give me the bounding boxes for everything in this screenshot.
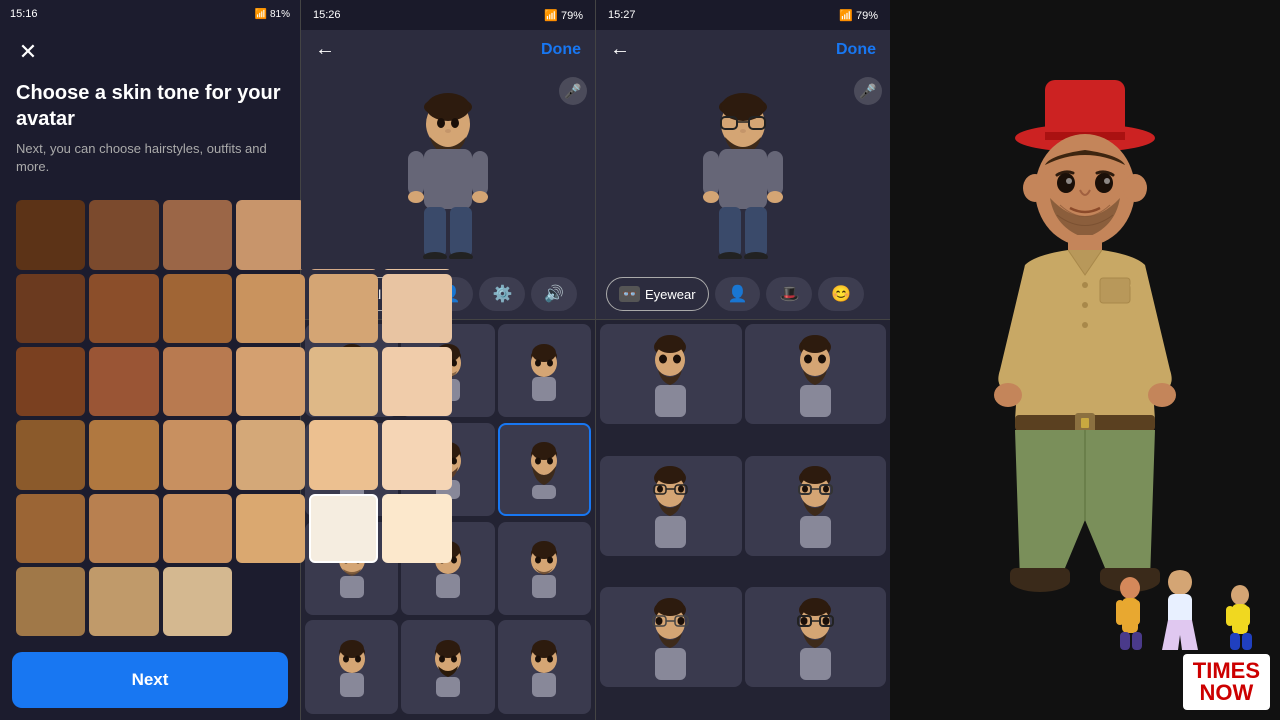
big-avatar-svg bbox=[945, 80, 1225, 640]
now-text: NOW bbox=[1200, 682, 1254, 704]
skin-tone-subtitle: Next, you can choose hairstyles, outfits… bbox=[0, 140, 300, 192]
color-swatch-9[interactable] bbox=[163, 274, 232, 343]
eyewear-panel: 15:27 📶 79% ← Done bbox=[595, 0, 890, 720]
color-swatch-16[interactable] bbox=[236, 347, 305, 416]
status-icons-3: 📶 79% bbox=[839, 9, 878, 22]
avatar-svg-2 bbox=[398, 79, 498, 259]
status-bar-1: 15:16 📶 81% bbox=[0, 0, 300, 28]
color-swatch-30[interactable] bbox=[382, 494, 451, 563]
avatar-preview-3: 🎤 bbox=[596, 69, 890, 269]
color-swatch-14[interactable] bbox=[89, 347, 158, 416]
eyewear-option-glasses-1[interactable] bbox=[600, 456, 742, 556]
panel3-header: ← Done bbox=[596, 30, 890, 69]
done-button-3[interactable]: Done bbox=[836, 41, 876, 59]
eyewear-option-glasses-3[interactable] bbox=[600, 587, 742, 687]
color-swatch-4[interactable] bbox=[236, 200, 305, 269]
color-swatch-12[interactable] bbox=[382, 274, 451, 343]
color-swatch-25[interactable] bbox=[16, 494, 85, 563]
times-text: TIMES bbox=[1193, 660, 1260, 682]
color-swatch-22[interactable] bbox=[236, 420, 305, 489]
emoji-icon: 😊 bbox=[831, 284, 851, 304]
color-swatch-27[interactable] bbox=[163, 494, 232, 563]
hat-icon: 🎩 bbox=[779, 284, 799, 304]
hair-option-3[interactable] bbox=[498, 324, 591, 417]
color-swatch-17[interactable] bbox=[309, 347, 378, 416]
eyewear-option-none-1[interactable] bbox=[600, 324, 742, 424]
color-swatch-18[interactable] bbox=[382, 347, 451, 416]
done-button-2[interactable]: Done bbox=[541, 41, 581, 59]
color-swatch-11[interactable] bbox=[309, 274, 378, 343]
close-button[interactable]: ✕ bbox=[12, 36, 44, 68]
times-now-badge: TIMES NOW bbox=[1183, 654, 1270, 710]
tab-person-3[interactable]: 👤 bbox=[715, 277, 761, 311]
tab-hat[interactable]: 🎩 bbox=[766, 277, 812, 311]
hair-option-11[interactable] bbox=[401, 620, 494, 713]
color-swatch-33[interactable] bbox=[163, 567, 232, 636]
eyewear-tab-icon: 👓 bbox=[619, 286, 640, 302]
avatar-svg-3 bbox=[693, 79, 793, 259]
panel2-header: ← Done bbox=[301, 30, 595, 69]
color-swatch-32[interactable] bbox=[89, 567, 158, 636]
color-swatch-23[interactable] bbox=[309, 420, 378, 489]
time-1: 15:16 bbox=[10, 8, 38, 20]
status-icons-2: 📶 79% bbox=[544, 9, 583, 22]
mini-avatars-group bbox=[1110, 570, 1260, 650]
skin-tone-panel: 15:16 📶 81% ✕ Choose a skin tone for you… bbox=[0, 0, 300, 720]
eyewear-option-glasses-4[interactable] bbox=[745, 587, 887, 687]
eyewear-option-glasses-2[interactable] bbox=[745, 456, 887, 556]
color-swatch-7[interactable] bbox=[16, 274, 85, 343]
eyewear-option-none-2[interactable] bbox=[745, 324, 887, 424]
avatar-3d-panel: TIMES NOW bbox=[890, 0, 1280, 720]
hair-option-12[interactable] bbox=[498, 620, 591, 713]
mini-avatars-svg bbox=[1110, 570, 1260, 650]
big-avatar bbox=[945, 80, 1225, 640]
color-swatch-24[interactable] bbox=[382, 420, 451, 489]
color-swatch-10[interactable] bbox=[236, 274, 305, 343]
color-swatch-13[interactable] bbox=[16, 347, 85, 416]
color-swatch-15[interactable] bbox=[163, 347, 232, 416]
color-swatch-26[interactable] bbox=[89, 494, 158, 563]
color-swatch-20[interactable] bbox=[89, 420, 158, 489]
color-swatch-31[interactable] bbox=[16, 567, 85, 636]
color-swatch-3[interactable] bbox=[163, 200, 232, 269]
tab-settings-2[interactable]: ⚙️ bbox=[479, 277, 525, 311]
tab-emoji[interactable]: 😊 bbox=[818, 277, 864, 311]
time-2: 15:26 bbox=[313, 9, 341, 21]
back-button-2[interactable]: ← bbox=[315, 38, 335, 61]
settings-icon-2: ⚙️ bbox=[492, 284, 512, 304]
eyewear-tab-label: Eyewear bbox=[645, 287, 696, 302]
status-bar-2: 15:26 📶 79% bbox=[301, 0, 595, 30]
hair-option-9[interactable] bbox=[498, 522, 591, 615]
color-swatch-19[interactable] bbox=[16, 420, 85, 489]
mic-button-3[interactable]: 🎤 bbox=[854, 77, 882, 105]
color-swatch-28[interactable] bbox=[236, 494, 305, 563]
status-bar-3: 15:27 📶 79% bbox=[596, 0, 890, 30]
color-swatch-29[interactable] bbox=[309, 494, 378, 563]
tab-eyewear[interactable]: 👓 Eyewear bbox=[606, 277, 709, 311]
status-icons-1: 📶 81% bbox=[255, 9, 290, 20]
audio-icon-2: 🔊 bbox=[544, 284, 564, 304]
back-button-3[interactable]: ← bbox=[610, 38, 630, 61]
eyewear-grid bbox=[596, 320, 890, 720]
color-swatch-1[interactable] bbox=[16, 200, 85, 269]
hair-option-10[interactable] bbox=[305, 620, 398, 713]
next-button[interactable]: Next bbox=[12, 652, 288, 708]
mic-button-2[interactable]: 🎤 bbox=[559, 77, 587, 105]
time-3: 15:27 bbox=[608, 9, 636, 21]
color-swatch-8[interactable] bbox=[89, 274, 158, 343]
color-swatch-21[interactable] bbox=[163, 420, 232, 489]
close-icon: ✕ bbox=[19, 39, 37, 65]
skin-color-grid bbox=[0, 192, 300, 644]
person-icon-3: 👤 bbox=[728, 284, 748, 304]
skin-tone-title: Choose a skin tone for your avatar bbox=[0, 76, 300, 140]
avatar-preview-2: 🎤 bbox=[301, 69, 595, 269]
hair-option-6[interactable] bbox=[498, 423, 591, 516]
tab-audio-2[interactable]: 🔊 bbox=[531, 277, 577, 311]
category-tabs-3: 👓 Eyewear 👤 🎩 😊 bbox=[596, 269, 890, 319]
color-swatch-2[interactable] bbox=[89, 200, 158, 269]
